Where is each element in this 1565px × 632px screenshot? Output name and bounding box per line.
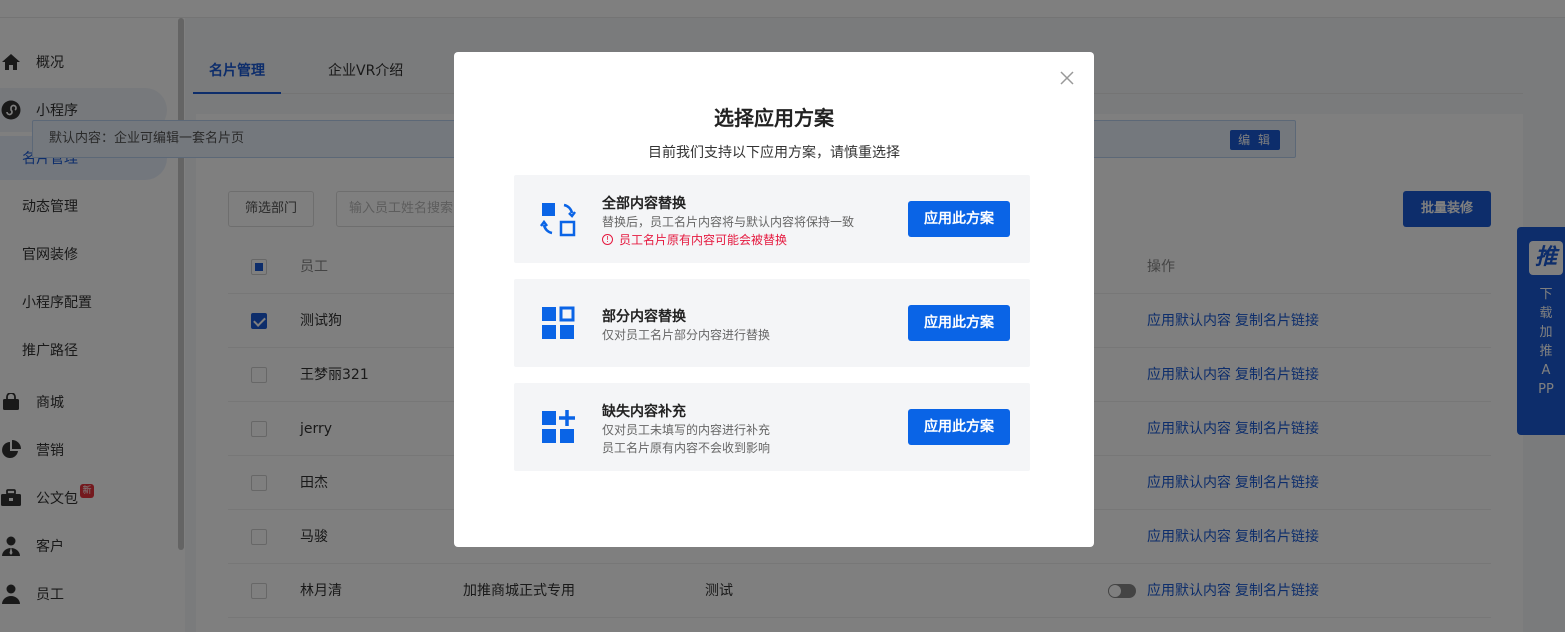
option-title: 全部内容替换: [602, 196, 686, 212]
close-icon[interactable]: [1056, 68, 1078, 90]
option-warning: ! 员工名片原有内容可能会被替换: [602, 231, 787, 248]
apply-scheme-button[interactable]: 应用此方案: [908, 201, 1010, 237]
warning-icon: !: [602, 234, 613, 245]
option-replace-part: 部分内容替换 仅对员工名片部分内容进行替换 应用此方案: [514, 279, 1030, 367]
warning-text: 员工名片原有内容可能会被替换: [619, 233, 788, 247]
apply-scheme-button[interactable]: 应用此方案: [908, 305, 1010, 341]
option-desc: 仅对员工名片部分内容进行替换: [602, 328, 771, 342]
option-desc-2: 员工名片原有内容不会收到影响: [602, 441, 771, 455]
option-supplement: 缺失内容补充 仅对员工未填写的内容进行补充 员工名片原有内容不会收到影响 应用此…: [514, 383, 1030, 471]
replace-part-icon: [540, 305, 576, 341]
option-desc: 仅对员工未填写的内容进行补充: [602, 423, 771, 437]
replace-all-icon: [540, 201, 576, 237]
option-replace-all: 全部内容替换 替换后，员工名片内容将与默认内容将保持一致 ! 员工名片原有内容可…: [514, 175, 1030, 263]
option-title: 缺失内容补充: [602, 404, 686, 420]
option-desc: 替换后，员工名片内容将与默认内容将保持一致: [602, 215, 855, 229]
apply-scheme-button[interactable]: 应用此方案: [908, 409, 1010, 445]
modal-title: 选择应用方案: [714, 106, 834, 130]
modal-subtitle: 目前我们支持以下应用方案，请慎重选择: [648, 145, 900, 161]
supplement-icon: [540, 409, 576, 445]
option-title: 部分内容替换: [602, 309, 686, 325]
apply-scheme-modal: 选择应用方案 目前我们支持以下应用方案，请慎重选择 全部内容替换 替换后，员工名…: [454, 52, 1094, 547]
